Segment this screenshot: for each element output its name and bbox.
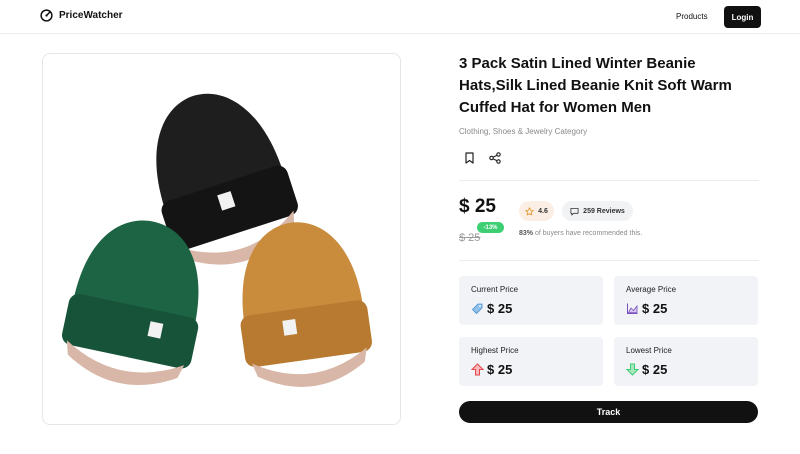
lowest-price-label: Lowest Price xyxy=(626,346,672,355)
lowest-price-card: Lowest Price $ 25 xyxy=(614,337,758,386)
current-price-card: Current Price $ 25 xyxy=(459,276,603,325)
reviews-badge[interactable]: 259 Reviews xyxy=(562,201,633,221)
highest-price-card: Highest Price $ 25 xyxy=(459,337,603,386)
average-price-card: Average Price $ 25 xyxy=(614,276,758,325)
area-chart-icon xyxy=(626,302,639,315)
original-price: $ 25 xyxy=(459,232,481,244)
beanie-hats-illustration xyxy=(61,93,372,387)
average-price-value: $ 25 xyxy=(642,301,668,316)
recommend-suffix: of buyers have recommended this. xyxy=(533,230,643,237)
brand-name: PriceWatcher xyxy=(59,10,123,21)
rating-badge: 4.6 xyxy=(519,201,554,221)
highest-price-value: $ 25 xyxy=(487,362,513,377)
price-tag-icon xyxy=(471,302,484,315)
brown-beanie xyxy=(240,222,372,387)
arrow-down-icon xyxy=(626,363,639,376)
product-image xyxy=(42,53,401,425)
star-icon xyxy=(525,206,534,215)
product-actions xyxy=(462,151,502,165)
current-price-value: $ 25 xyxy=(487,301,513,316)
comment-icon xyxy=(570,207,579,216)
lowest-price-value: $ 25 xyxy=(642,362,668,377)
discount-badge: -13% xyxy=(477,222,504,233)
arrow-up-icon xyxy=(471,363,484,376)
reviews-count: 259 Reviews xyxy=(583,207,625,215)
product-category: Clothing, Shoes & Jewelry Category xyxy=(459,127,588,136)
share-icon[interactable] xyxy=(488,151,502,165)
gauge-logo-icon xyxy=(40,9,53,22)
recommend-text: 83% of buyers have recommended this. xyxy=(519,230,642,237)
brand[interactable]: PriceWatcher xyxy=(40,9,123,22)
divider xyxy=(459,260,759,261)
current-price-label: Current Price xyxy=(471,285,519,294)
nav-products-link[interactable]: Products xyxy=(676,12,708,21)
track-button[interactable]: Track xyxy=(459,401,758,423)
login-button[interactable]: Login xyxy=(724,6,761,28)
current-price: $ 25 xyxy=(459,196,496,217)
rating-value: 4.6 xyxy=(538,207,548,215)
bookmark-icon[interactable] xyxy=(462,151,476,165)
highest-price-label: Highest Price xyxy=(471,346,519,355)
average-price-label: Average Price xyxy=(626,285,677,294)
top-navbar: PriceWatcher Products Login xyxy=(0,0,800,34)
divider xyxy=(459,180,759,181)
recommend-percent: 83% xyxy=(519,230,534,237)
product-title: 3 Pack Satin Lined Winter Beanie Hats,Si… xyxy=(459,55,732,116)
